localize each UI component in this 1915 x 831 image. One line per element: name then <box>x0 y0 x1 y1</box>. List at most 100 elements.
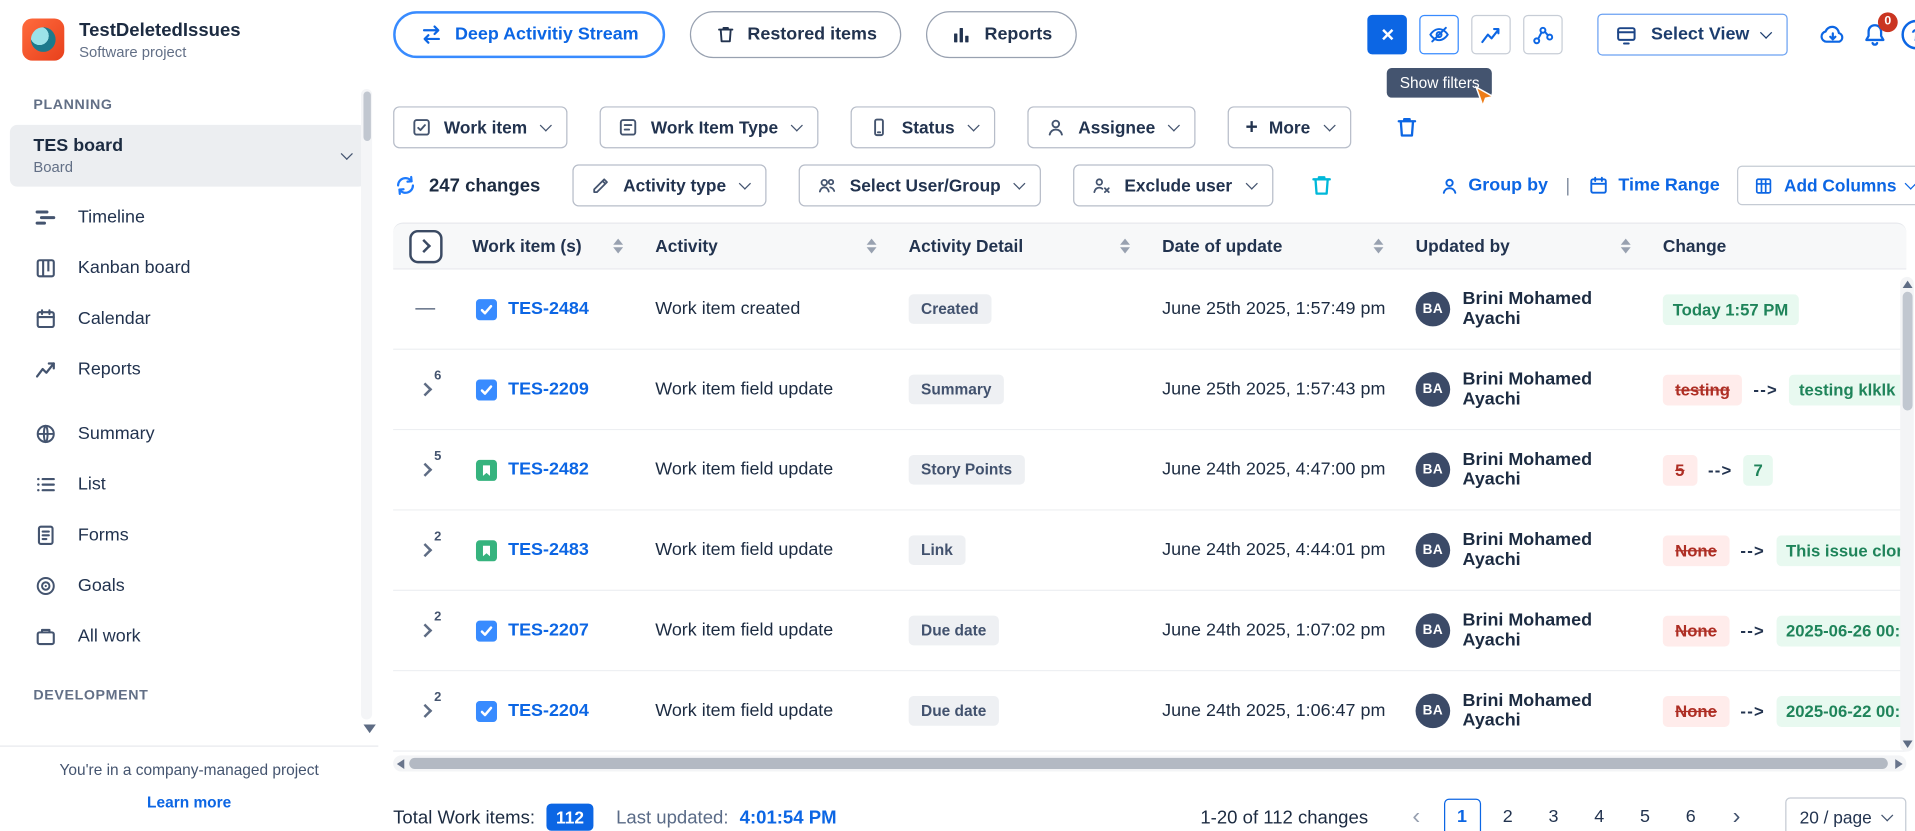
select-view-dropdown[interactable]: Select View <box>1598 14 1788 56</box>
date-cell: June 25th 2025, 1:57:49 pm <box>1147 299 1400 319</box>
table-footer: Total Work items: 112 Last updated: 4:01… <box>393 797 1906 831</box>
sidebar-scrollbar-thumb[interactable] <box>363 91 370 140</box>
pagination-range-text: 1-20 of 112 changes <box>1200 807 1368 828</box>
table-row: 5 TES-2482 Work item field update Story … <box>393 430 1906 510</box>
sidebar-item-reports[interactable]: Reports <box>0 344 378 395</box>
status-filter-dropdown[interactable]: Status <box>851 106 995 148</box>
notification-count-badge: 0 <box>1878 12 1898 32</box>
activity-cell: Work item field update <box>640 540 893 560</box>
date-cell: June 24th 2025, 4:44:01 pm <box>1147 540 1400 560</box>
sidebar-scrollbar[interactable] <box>361 89 372 720</box>
user-name: Brini Mohamed Ayachi <box>1463 450 1648 490</box>
help-button[interactable]: ? <box>1901 20 1915 50</box>
vertical-scrollbar[interactable] <box>1900 277 1914 752</box>
work-item-key-link[interactable]: TES-2484 <box>508 299 589 319</box>
close-filters-button[interactable]: × <box>1368 15 1408 55</box>
column-header: Date of update <box>1162 236 1282 256</box>
scroll-right-icon[interactable] <box>1895 759 1902 769</box>
table-row: 2 TES-2204 Work item field update Due da… <box>393 671 1906 751</box>
group-by-button[interactable]: Group by <box>1439 175 1548 196</box>
chevron-down-icon <box>739 177 751 189</box>
change-old-value: None <box>1663 535 1729 566</box>
sidebar-item-label: Forms <box>78 525 129 545</box>
sidebar-item-goals[interactable]: Goals <box>0 560 378 611</box>
change-old-value: None <box>1663 615 1729 646</box>
person-icon <box>1439 175 1460 196</box>
vertical-scrollbar-thumb[interactable] <box>1902 292 1912 411</box>
page-size-dropdown[interactable]: 20 / page <box>1785 797 1907 831</box>
page-button-2[interactable]: 2 <box>1489 799 1526 831</box>
filter-bar-primary: Work item Work Item Type Status <box>393 106 1915 148</box>
sort-icon[interactable] <box>1621 239 1631 254</box>
sidebar-item-label: List <box>78 474 106 494</box>
trend-chart-button[interactable] <box>1472 15 1512 55</box>
row-expand-button[interactable]: 2 <box>408 695 443 727</box>
clear-filters-trash-button[interactable] <box>1393 114 1420 141</box>
scroll-left-icon[interactable] <box>397 759 404 769</box>
clear-activity-filters-trash-button[interactable] <box>1308 172 1335 199</box>
show-filters-button[interactable] <box>1420 15 1460 55</box>
activity-cell: Work item field update <box>640 460 893 480</box>
sidebar-item-forms[interactable]: Forms <box>0 509 378 560</box>
child-count: 2 <box>434 529 441 544</box>
briefcase-icon <box>33 624 58 649</box>
table-row: 2 TES-2207 Work item field update Due da… <box>393 591 1906 671</box>
kanban-icon <box>33 255 58 280</box>
sort-icon[interactable] <box>1120 239 1130 254</box>
work-item-type-filter-dropdown[interactable]: Work Item Type <box>600 106 819 148</box>
deep-activity-stream-tab[interactable]: Deep Activitiy Stream <box>393 11 664 58</box>
select-user-group-dropdown[interactable]: Select User/Group <box>799 164 1042 206</box>
work-item-key-link[interactable]: TES-2209 <box>508 380 589 400</box>
sidebar-item-all-work[interactable]: All work <box>0 611 378 662</box>
learn-more-link[interactable]: Learn more <box>147 794 231 811</box>
work-item-key-link[interactable]: TES-2482 <box>508 460 589 480</box>
sidebar-item-summary[interactable]: Summary <box>0 408 378 459</box>
scatter-plot-button[interactable] <box>1524 15 1564 55</box>
sidebar-item-calendar[interactable]: Calendar <box>0 293 378 344</box>
sidebar-item-kanban-board[interactable]: Kanban board <box>0 242 378 293</box>
notifications-button[interactable]: 0 <box>1861 20 1889 48</box>
work-item-key-link[interactable]: TES-2207 <box>508 621 589 641</box>
row-expand-button[interactable]: 6 <box>408 373 443 405</box>
next-page-button[interactable]: › <box>1718 799 1755 831</box>
sidebar-item-tes-board[interactable]: TES board Board <box>10 125 366 187</box>
work-item-filter-dropdown[interactable]: Work item <box>393 106 568 148</box>
sidebar-item-list[interactable]: List <box>0 459 378 510</box>
page-button-6[interactable]: 6 <box>1672 799 1709 831</box>
time-range-button[interactable]: Time Range <box>1587 174 1719 196</box>
user-name: Brini Mohamed Ayachi <box>1463 289 1648 329</box>
add-columns-button[interactable]: Add Columns <box>1737 166 1915 206</box>
row-expand-button[interactable]: 2 <box>408 534 443 566</box>
row-expand-button[interactable]: 2 <box>408 614 443 646</box>
total-work-items-badge: 112 <box>546 804 594 831</box>
page-button-3[interactable]: 3 <box>1535 799 1572 831</box>
sort-icon[interactable] <box>613 239 623 254</box>
scroll-down-icon[interactable] <box>1902 741 1912 748</box>
sort-icon[interactable] <box>1374 239 1384 254</box>
chevron-down-icon <box>1881 809 1893 821</box>
sidebar-item-timeline[interactable]: Timeline <box>0 192 378 243</box>
sidebar-scroll-down-icon[interactable] <box>363 724 375 733</box>
restored-items-button[interactable]: Restored items <box>689 11 901 58</box>
work-item-key-link[interactable]: TES-2204 <box>508 701 589 721</box>
horizontal-scrollbar[interactable] <box>393 755 1906 771</box>
scroll-up-icon[interactable] <box>1902 281 1912 288</box>
page-button-5[interactable]: 5 <box>1626 799 1663 831</box>
page-button-4[interactable]: 4 <box>1581 799 1618 831</box>
exclude-user-dropdown[interactable]: Exclude user <box>1074 164 1273 206</box>
sort-icon[interactable] <box>867 239 877 254</box>
refresh-icon[interactable] <box>393 173 418 198</box>
date-cell: June 24th 2025, 1:06:47 pm <box>1147 701 1400 721</box>
more-filters-dropdown[interactable]: + More <box>1228 106 1351 148</box>
horizontal-scrollbar-thumb[interactable] <box>409 758 1888 769</box>
work-item-key-link[interactable]: TES-2483 <box>508 540 589 560</box>
reports-button[interactable]: Reports <box>926 11 1077 58</box>
activity-type-filter-dropdown[interactable]: Activity type <box>572 164 766 206</box>
row-expand-button[interactable]: 5 <box>408 454 443 486</box>
work-item-type-icon <box>476 620 497 641</box>
previous-page-button[interactable]: ‹ <box>1398 799 1435 831</box>
assignee-filter-dropdown[interactable]: Assignee <box>1028 106 1196 148</box>
page-button-1[interactable]: 1 <box>1444 799 1481 831</box>
export-button[interactable] <box>1817 19 1848 50</box>
expand-all-button[interactable] <box>409 229 442 262</box>
